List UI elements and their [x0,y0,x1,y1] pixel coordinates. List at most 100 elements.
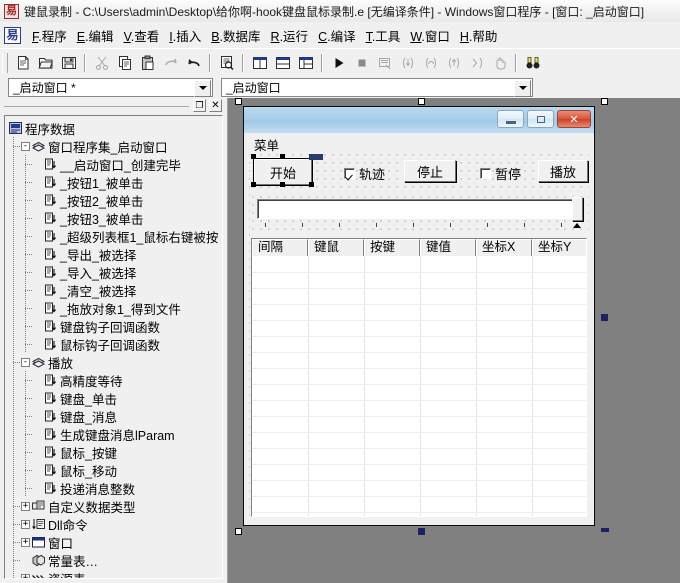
run-to-cursor-icon[interactable] [465,52,488,74]
tree-node[interactable]: _超级列表框1_鼠标右键被按 [9,227,222,245]
panel-restore-button[interactable]: ❐ [193,99,206,112]
program-tree[interactable]: 程序数据-窗口程序集_启动窗口__启动窗口_创建完毕_按钮1_被单击_按钮2_被… [4,115,223,579]
layout-rows-icon[interactable] [271,52,294,74]
menu-item-window[interactable]: W.窗口 [405,24,455,47]
tree-node[interactable]: 鼠标钩子回调函数 [9,335,222,353]
form-selector-chevron-down-icon[interactable] [194,80,211,97]
tree-node[interactable]: 鼠标_移动 [9,461,222,479]
control-selector-combo[interactable]: _启动窗口 [221,78,533,97]
tree-node[interactable]: 键盘_单击 [9,389,222,407]
resize-handle-n[interactable] [418,98,425,105]
tree-node[interactable]: __启动窗口_创建完毕 [9,155,222,173]
find-icon[interactable] [215,52,238,74]
undo-icon[interactable] [182,52,205,74]
tree-node[interactable]: _拖放对象1_得到文件 [9,299,222,317]
progress-trackbar[interactable] [257,197,583,221]
resize-handle-se[interactable] [601,528,609,532]
tree-collapse-icon[interactable]: - [21,358,30,367]
start-button-handle-n[interactable] [280,154,285,159]
tree-collapse-icon[interactable]: - [21,142,30,151]
run-icon[interactable] [327,52,350,74]
trackbar-thumb[interactable] [572,197,583,221]
tree-node[interactable]: -播放 [9,353,222,371]
search-binoculars-icon[interactable] [521,52,544,74]
form-designer-canvas[interactable]: ✕ 菜单 开始 [229,98,680,583]
track-checkbox[interactable]: 轨迹 [344,164,385,183]
tree-node[interactable]: 键盘钩子回调函数 [9,317,222,335]
play-button[interactable]: 播放 [538,160,588,182]
resize-handle-sw[interactable] [235,528,242,535]
tree-node[interactable]: 生成键盘消息lParam [9,425,222,443]
form-maximize-button[interactable] [527,110,554,128]
form-selector-combo[interactable]: _启动窗口 * [8,78,213,97]
tree-node[interactable]: +Dll命令 [9,515,222,533]
tree-node[interactable]: 键盘_消息 [9,407,222,425]
tree-node[interactable]: 投递消息整数 [9,479,222,497]
tree-node[interactable]: _按钮1_被单击 [9,173,222,191]
menu-item-edit[interactable]: E.编辑 [72,24,119,47]
paste-icon[interactable] [136,52,159,74]
tree-node[interactable]: _清空_被选择 [9,281,222,299]
tree-node[interactable]: +资源表 [9,569,222,579]
layout-columns-icon[interactable] [248,52,271,74]
step-into-icon[interactable] [396,52,419,74]
designed-form-window[interactable]: ✕ 菜单 开始 [243,106,595,526]
resize-handle-nw[interactable] [235,98,242,105]
tree-node[interactable]: 鼠标_按键 [9,443,222,461]
form-minimize-button[interactable] [497,110,524,128]
debug-window-icon[interactable] [373,52,396,74]
tree-node[interactable]: +自定义数据类型 [9,497,222,515]
tree-expand-icon[interactable]: + [21,538,30,547]
resize-handle-e[interactable] [601,314,608,321]
menu-item-view[interactable]: V.查看 [119,24,165,47]
tree-node[interactable]: _按钮3_被单击 [9,209,222,227]
listview-column-header[interactable]: 键值 [420,239,476,256]
pause-checkbox-box[interactable] [480,168,491,179]
menu-item-database[interactable]: B.数据库 [206,24,265,47]
menu-item-insert[interactable]: I.插入 [164,24,206,47]
tree-expand-icon[interactable]: + [21,574,30,580]
record-listview[interactable]: 间隔键鼠按键键值坐标X坐标Y [251,238,587,517]
start-button-handle-se[interactable] [309,182,314,187]
pause-hand-icon[interactable] [488,52,511,74]
listview-column-header[interactable]: 按键 [364,239,420,256]
redo-icon[interactable] [159,52,182,74]
start-button-handle-ne[interactable] [309,154,323,160]
save-icon[interactable] [57,52,80,74]
start-button-handle-nw[interactable] [251,154,256,159]
new-icon[interactable] [11,52,34,74]
start-button-handle-s[interactable] [280,182,285,187]
track-checkbox-box[interactable] [344,168,355,179]
tree-node[interactable]: 高精度等待 [9,371,222,389]
listview-column-header[interactable]: 坐标Y [532,239,587,256]
menu-item-compile[interactable]: C.编译 [313,24,361,47]
start-button-handle-sw[interactable] [251,182,256,187]
copy-icon[interactable] [113,52,136,74]
panel-close-icon[interactable]: ✕ [209,99,222,112]
stop-icon[interactable] [350,52,373,74]
listview-column-header[interactable]: 键鼠 [308,239,364,256]
tree-node[interactable]: 程序数据 [9,119,222,137]
menu-item-tools[interactable]: T.工具 [361,24,406,47]
tree-node[interactable]: +窗口 [9,533,222,551]
step-out-icon[interactable] [442,52,465,74]
menu-item-run[interactable]: R.运行 [266,24,314,47]
step-over-icon[interactable] [419,52,442,74]
tree-node[interactable]: _导入_被选择 [9,263,222,281]
tree-expand-icon[interactable]: + [21,502,30,511]
layout-mixed-icon[interactable] [294,52,317,74]
tree-expand-icon[interactable]: + [21,520,30,529]
control-selector-chevron-down-icon[interactable] [514,80,531,97]
cut-icon[interactable] [90,52,113,74]
pause-checkbox[interactable]: 暂停 [480,164,521,183]
listview-column-header[interactable]: 间隔 [252,239,308,256]
tree-node[interactable]: 常量表… [9,551,222,569]
open-icon[interactable] [34,52,57,74]
stop-button[interactable]: 停止 [404,160,456,182]
tree-node[interactable]: _按钮2_被单击 [9,191,222,209]
menu-item-program[interactable]: F.程序 [27,24,72,47]
form-close-button[interactable]: ✕ [557,110,591,128]
toolbar-grip[interactable] [2,53,8,73]
tree-node[interactable]: -窗口程序集_启动窗口 [9,137,222,155]
listview-column-header[interactable]: 坐标X [476,239,532,256]
